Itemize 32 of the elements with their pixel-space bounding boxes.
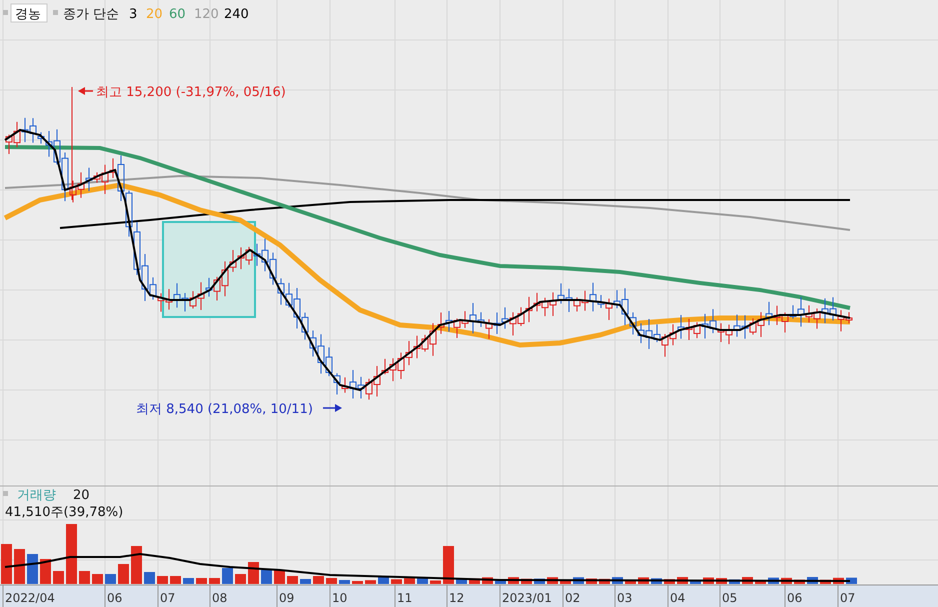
x-axis-label: 2023/01 — [502, 591, 552, 605]
arrow-icon — [323, 404, 342, 412]
x-axis-label: 07 — [840, 591, 856, 605]
volume-reading: 41,510주(39,78%) — [5, 505, 124, 520]
legend-square-icon — [3, 491, 8, 496]
x-axis-label: 05 — [722, 591, 738, 605]
indicator-label: 종가 단순 — [63, 7, 120, 22]
stock-name-field[interactable]: 경농 — [10, 4, 48, 22]
high-price-annotation: 최고 15,200 (-31,97%, 05/16) — [96, 85, 286, 100]
x-axis-label: 06 — [107, 591, 122, 605]
x-axis-label: 04 — [670, 591, 686, 605]
x-axis-label: 08 — [212, 591, 228, 605]
x-axis-label: 09 — [279, 591, 294, 605]
x-axis-label: 07 — [160, 591, 176, 605]
x-axis-label: 2022/04 — [5, 591, 55, 605]
x-axis-label: 10 — [332, 591, 348, 605]
moving-average-period: 3 — [129, 7, 138, 22]
x-axis-label: 03 — [617, 591, 632, 605]
arrow-icon — [78, 87, 93, 95]
moving-average-period: 20 — [146, 7, 163, 22]
moving-average-period: 60 — [169, 7, 186, 22]
moving-average-period: 240 — [224, 7, 249, 22]
x-axis-label: 12 — [449, 591, 464, 605]
legend-square-icon — [3, 10, 8, 15]
low-price-annotation: 최저 8,540 (21,08%, 10/11) — [136, 402, 313, 417]
moving-average-period: 120 — [194, 7, 219, 22]
volume-period: 20 — [73, 488, 90, 503]
x-axis-label: 11 — [397, 591, 412, 605]
legend-square-icon — [53, 10, 58, 15]
volume-title: 거래량 — [17, 488, 56, 503]
x-axis-label: 02 — [565, 591, 580, 605]
x-axis-label: 06 — [787, 591, 802, 605]
